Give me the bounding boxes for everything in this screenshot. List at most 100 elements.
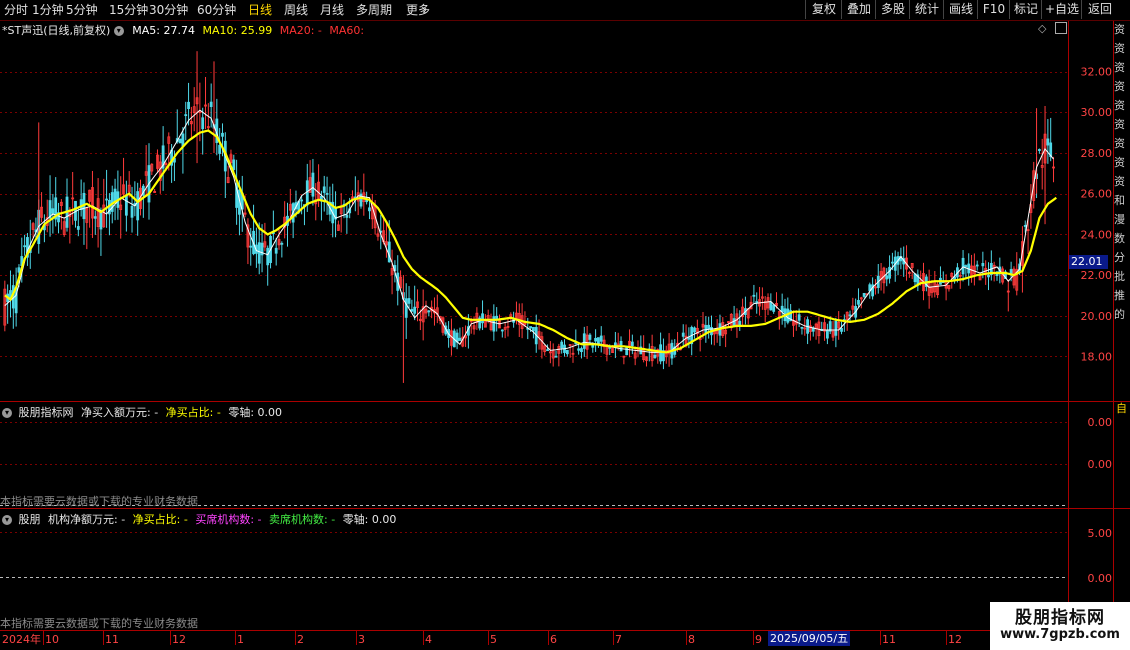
period-tab-3[interactable]: 15分钟 xyxy=(109,2,148,18)
toolbar-button-3[interactable]: 统计 xyxy=(909,0,944,19)
candle-body xyxy=(345,214,349,218)
candle-body xyxy=(221,132,224,137)
candle-body xyxy=(387,241,391,263)
candle-body xyxy=(769,301,773,311)
panel1-title[interactable]: 股朋指标网 xyxy=(19,406,74,419)
candle-body xyxy=(201,117,205,130)
ma10-value: MA10: 25.99 xyxy=(202,24,273,37)
panel2-net-ratio: 净买占比: - xyxy=(132,513,188,526)
candle-body xyxy=(780,305,784,312)
candle-body xyxy=(594,337,597,342)
candle-body xyxy=(79,199,83,210)
candle-body xyxy=(987,274,990,278)
candle-body xyxy=(404,298,408,318)
candle-body xyxy=(529,326,532,329)
candle-body xyxy=(693,327,696,333)
diamond-icon[interactable]: ◇ xyxy=(1038,22,1046,35)
chevron-down-icon[interactable]: ▾ xyxy=(113,26,124,36)
candle-body xyxy=(322,186,326,193)
month-label: 12 xyxy=(948,633,962,646)
month-label: 7 xyxy=(615,633,622,646)
candle-body xyxy=(964,265,968,267)
period-tab-0[interactable]: 分时 xyxy=(4,2,28,18)
candle-body xyxy=(209,101,213,108)
panel2-legend: ▾ 股朋 机构净额万元: - 净买占比: - 买席机构数: - 卖席机构数: -… xyxy=(2,511,396,527)
month-label: 8 xyxy=(688,633,695,646)
candle-body xyxy=(554,355,558,358)
candle-body xyxy=(481,313,484,324)
period-tab-6[interactable]: 日线 xyxy=(248,2,272,18)
candle-body xyxy=(834,320,838,336)
panel1-legend: ▾ 股朋指标网 净买入额万元: - 净买占比: - 零轴: 0.00 xyxy=(2,404,282,420)
candle-body xyxy=(300,199,304,202)
watermark-box: 股朋指标网 www.7gpzb.com xyxy=(990,602,1130,650)
toolbar-button-7[interactable]: +自选 xyxy=(1041,0,1082,19)
y-tick-label: 30.00 xyxy=(1081,106,1113,119)
y-tick-label: 22.00 xyxy=(1081,269,1113,282)
candle-body xyxy=(687,337,691,340)
ma60-value: MA60: xyxy=(329,24,365,37)
candle-body xyxy=(738,320,742,326)
candle-body xyxy=(99,210,103,230)
candle-body xyxy=(797,314,801,321)
toolbar-button-6[interactable]: 标记 xyxy=(1009,0,1042,19)
candle-body xyxy=(365,200,369,203)
chevron-down-icon[interactable]: ▾ xyxy=(2,408,12,418)
panel1-zero: 零轴: 0.00 xyxy=(228,406,283,419)
month-label: 5 xyxy=(490,633,497,646)
candle-body xyxy=(888,266,891,279)
kline-chart[interactable]: 32.0030.0028.0026.0024.0022.0020.0018.00… xyxy=(0,0,1130,650)
period-tab-9[interactable]: 多周期 xyxy=(356,2,392,18)
sub-tick-label: 0.00 xyxy=(1088,572,1113,585)
panel2-note: 本指标需要云数据或下载的专业财务数据 xyxy=(0,617,198,630)
candle-body xyxy=(704,325,708,334)
candle-body xyxy=(588,334,592,340)
candle-body xyxy=(857,299,860,305)
candle-body xyxy=(885,275,889,280)
stock-label[interactable]: *ST声迅(日线,前复权) xyxy=(2,24,110,37)
period-tab-4[interactable]: 30分钟 xyxy=(149,2,188,18)
candle-body xyxy=(407,298,411,304)
window-toggle-icon[interactable] xyxy=(1055,22,1067,34)
toolbar-button-1[interactable]: 叠加 xyxy=(841,0,876,19)
toolbar-button-5[interactable]: F10 xyxy=(977,0,1010,19)
sub-tick-label: 0.00 xyxy=(1088,416,1113,429)
candle-body xyxy=(136,191,140,221)
main-legend: *ST声迅(日线,前复权) ▾ MA5: 27.74 MA10: 25.99 M… xyxy=(2,22,364,38)
candle-body xyxy=(280,242,284,245)
candle-body xyxy=(325,193,329,195)
candle-body xyxy=(546,349,549,352)
candle-body xyxy=(305,180,309,206)
y-tick-label: 20.00 xyxy=(1081,310,1113,323)
candle-body xyxy=(707,324,711,330)
period-tab-8[interactable]: 月线 xyxy=(320,2,344,18)
panel1-net-ratio: 净买占比: - xyxy=(165,406,221,419)
period-tab-2[interactable]: 5分钟 xyxy=(66,2,98,18)
chart-grid xyxy=(0,20,1130,631)
ma20-value: MA20: - xyxy=(279,24,322,37)
candle-body xyxy=(532,326,535,332)
candle-body xyxy=(577,348,581,351)
candle-body xyxy=(755,301,759,303)
period-tab-7[interactable]: 周线 xyxy=(284,2,308,18)
y-tick-label: 26.00 xyxy=(1081,188,1113,201)
candle-body xyxy=(653,354,657,359)
chevron-down-icon[interactable]: ▾ xyxy=(2,515,12,525)
candle-body xyxy=(500,329,504,332)
toolbar-button-2[interactable]: 多股 xyxy=(875,0,910,19)
candle-body xyxy=(76,226,80,230)
right-strip-marker: 自 xyxy=(1116,402,1127,415)
toolbar-button-8[interactable]: 返回 xyxy=(1081,0,1118,19)
candle-body xyxy=(961,257,965,275)
toolbar-button-0[interactable]: 复权 xyxy=(805,0,842,19)
candle-body xyxy=(368,207,371,212)
period-tab-5[interactable]: 60分钟 xyxy=(197,2,236,18)
toolbar-button-4[interactable]: 画线 xyxy=(943,0,978,19)
month-label: 12 xyxy=(172,633,186,646)
month-label: 1 xyxy=(237,633,244,646)
candle-body xyxy=(105,198,108,201)
panel2-title[interactable]: 股朋 xyxy=(19,513,41,526)
candle-body xyxy=(681,332,685,337)
more-arrow-icon[interactable]: › xyxy=(422,2,427,18)
period-tab-1[interactable]: 1分钟 xyxy=(32,2,64,18)
